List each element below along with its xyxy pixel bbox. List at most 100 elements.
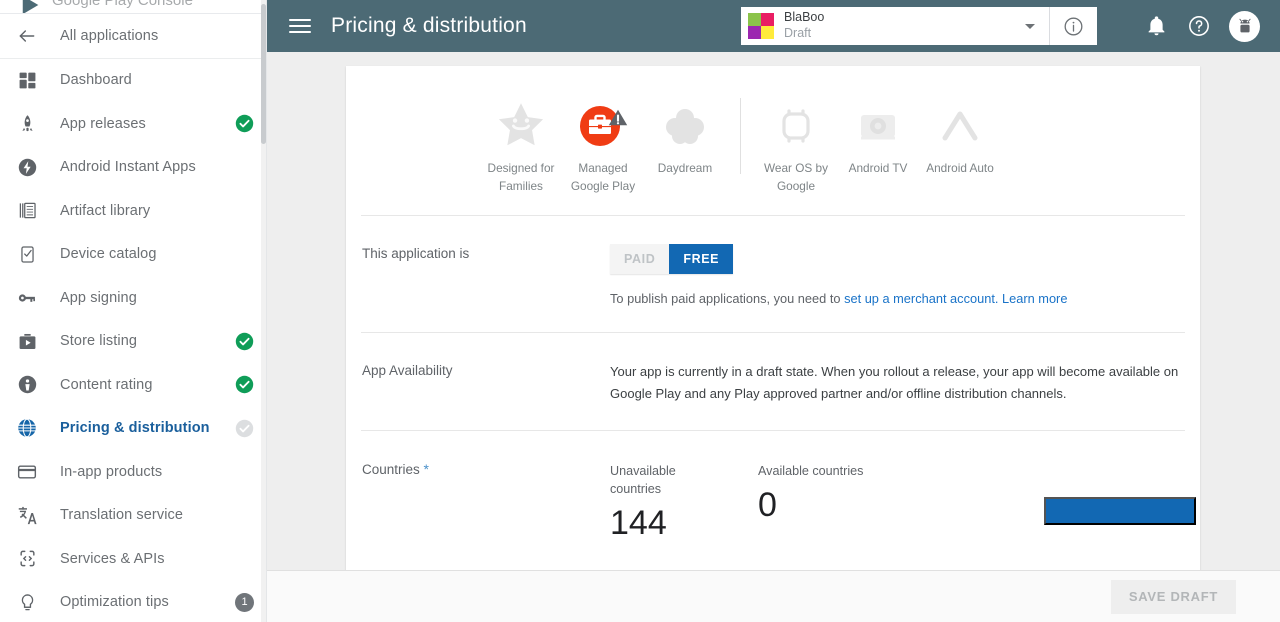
arrow-left-icon [14,24,40,48]
sidebar-item-content-rating[interactable]: Content rating [0,363,266,407]
hamburger-menu-icon[interactable] [289,15,311,37]
status-badge [235,375,254,394]
app-selector[interactable]: BlaBoo Draft [741,7,1097,45]
bell-icon[interactable] [1143,13,1169,39]
pricing-row: This application is PAID FREE To publish… [346,216,1200,332]
tips-count-badge: 1 [235,592,254,612]
topbar-actions [1143,10,1266,42]
tv-icon [837,98,919,154]
sidebar-item-pricing-distribution[interactable]: Pricing & distribution [0,407,266,451]
sidebar-item-device-catalog[interactable]: Device catalog [0,233,266,277]
sidebar-item-in-app-products[interactable]: In-app products [0,450,266,494]
status-badge: 1 [235,592,254,612]
sidebar-item-label: Store listing [60,333,138,350]
play-console-app: Google Play Console All applications Das… [0,0,1280,622]
sidebar-item-label: Artifact library [60,202,151,219]
program-label: Wear OS by Google [763,161,829,193]
sidebar-item-label: All applications [60,27,159,44]
program-label: Daydream [657,161,713,175]
check-circle-icon [235,332,254,351]
sidebar-item-label: App signing [60,289,137,306]
info-circle-icon[interactable] [1049,7,1097,45]
status-badge [235,332,254,351]
program-managed-google-play[interactable]: Managed Google Play [562,98,644,195]
main-area: Pricing & distribution BlaBoo Draft Desi… [267,0,1280,622]
sidebar-item-label: Device catalog [60,246,157,263]
sidebar: Google Play Console All applications Das… [0,0,267,622]
rating-person-icon [14,373,40,397]
countries-label-text: Countries [362,462,420,478]
rocket-icon [14,112,40,136]
sidebar-item-app-signing[interactable]: App signing [0,276,266,320]
countries-body-wrap: Unavailable countries 144 Available coun… [610,459,1196,542]
availability-row: App Availability Your app is currently i… [346,333,1200,430]
price-type-toggle[interactable]: PAID FREE [610,244,734,275]
sidebar-item-translation-service[interactable]: Translation service [0,494,266,538]
sidebar-item-artifact-library[interactable]: Artifact library [0,189,266,233]
unavailable-countries-count: 144 [610,503,667,542]
program-designed-for-families[interactable]: Designed for Families [480,98,562,195]
api-brackets-icon [14,547,40,571]
sidebar-item-app-releases[interactable]: App releases [0,102,266,146]
program-android-tv[interactable]: Android TV [837,98,919,178]
app-state: Draft [784,26,812,40]
play-triangle-icon [20,0,42,13]
save-draft-button[interactable]: SAVE DRAFT [1110,579,1236,614]
sidebar-item-all-applications[interactable]: All applications [0,14,266,58]
content-scroll-region[interactable]: Designed for Families Managed Google Pla… [267,52,1280,622]
available-countries-stat: Available countries 0 [758,463,863,542]
sidebar-scrollbar-thumb[interactable] [261,4,266,144]
lightbulb-icon [14,590,40,614]
pricing-distribution-card: Designed for Families Managed Google Pla… [346,66,1200,622]
program-label: Android TV [848,161,908,175]
briefcase-circle-icon [562,98,644,154]
countries-stats: Unavailable countries 144 Available coun… [610,459,1196,542]
merchant-hint: To publish paid applications, you need t… [610,291,1184,306]
sidebar-item-label: Optimization tips [60,594,169,611]
android-avatar-icon[interactable] [1229,10,1260,42]
credit-card-icon [14,460,40,484]
page-title: Pricing & distribution [331,14,527,37]
brand-name: Google Play Console [52,0,193,9]
sidebar-item-label: Services & APIs [60,550,165,567]
sidebar-item-store-listing[interactable]: Store listing [0,320,266,364]
program-android-auto[interactable]: Android Auto [919,98,1001,178]
brand-header[interactable]: Google Play Console [0,0,266,13]
pricing-body: PAID FREE To publish paid applications, … [610,244,1184,306]
store-bag-icon [14,329,40,353]
program-label: Managed Google Play [570,161,636,193]
availability-label: App Availability [362,363,453,379]
globe-icon [14,416,40,440]
sidebar-item-dashboard[interactable]: Dashboard [0,59,266,103]
daydream-cloud-icon [644,98,726,154]
auto-chevron-icon [919,98,1001,154]
sidebar-scrollbar[interactable] [261,0,266,622]
app-name: BlaBoo [784,10,825,25]
sidebar-item-label: Translation service [60,507,184,524]
top-app-bar: Pricing & distribution BlaBoo Draft [267,0,1280,52]
program-wear-os[interactable]: Wear OS by Google [755,98,837,195]
check-circle-icon [235,114,254,133]
manage-countries-button[interactable] [1044,497,1196,526]
availability-body: Your app is currently in a draft state. … [610,361,1184,404]
chevron-down-icon[interactable] [1025,23,1035,29]
program-daydream[interactable]: Daydream [644,98,726,178]
sidebar-item-optimization-tips[interactable]: Optimization tips 1 [0,581,266,622]
program-group-divider [740,98,741,174]
help-circle-icon[interactable] [1186,13,1212,39]
sidebar-item-android-instant-apps[interactable]: Android Instant Apps [0,146,266,190]
available-countries-title: Available countries [758,464,864,479]
device-check-icon [14,242,40,266]
learn-more-link[interactable]: Learn more [998,291,1067,306]
price-option-free[interactable]: FREE [669,244,734,275]
key-icon [14,286,40,310]
pricing-label: This application is [362,246,470,262]
price-option-paid[interactable]: PAID [610,244,670,275]
sidebar-item-services-apis[interactable]: Services & APIs [0,537,266,581]
required-asterisk: * [423,461,429,478]
app-selector-meta: BlaBoo Draft [784,10,824,41]
program-targets-row: Designed for Families Managed Google Pla… [346,66,1200,215]
sidebar-item-label: Pricing & distribution [60,420,210,437]
merchant-account-link[interactable]: set up a merchant account. [844,291,998,306]
status-badge [235,114,254,133]
